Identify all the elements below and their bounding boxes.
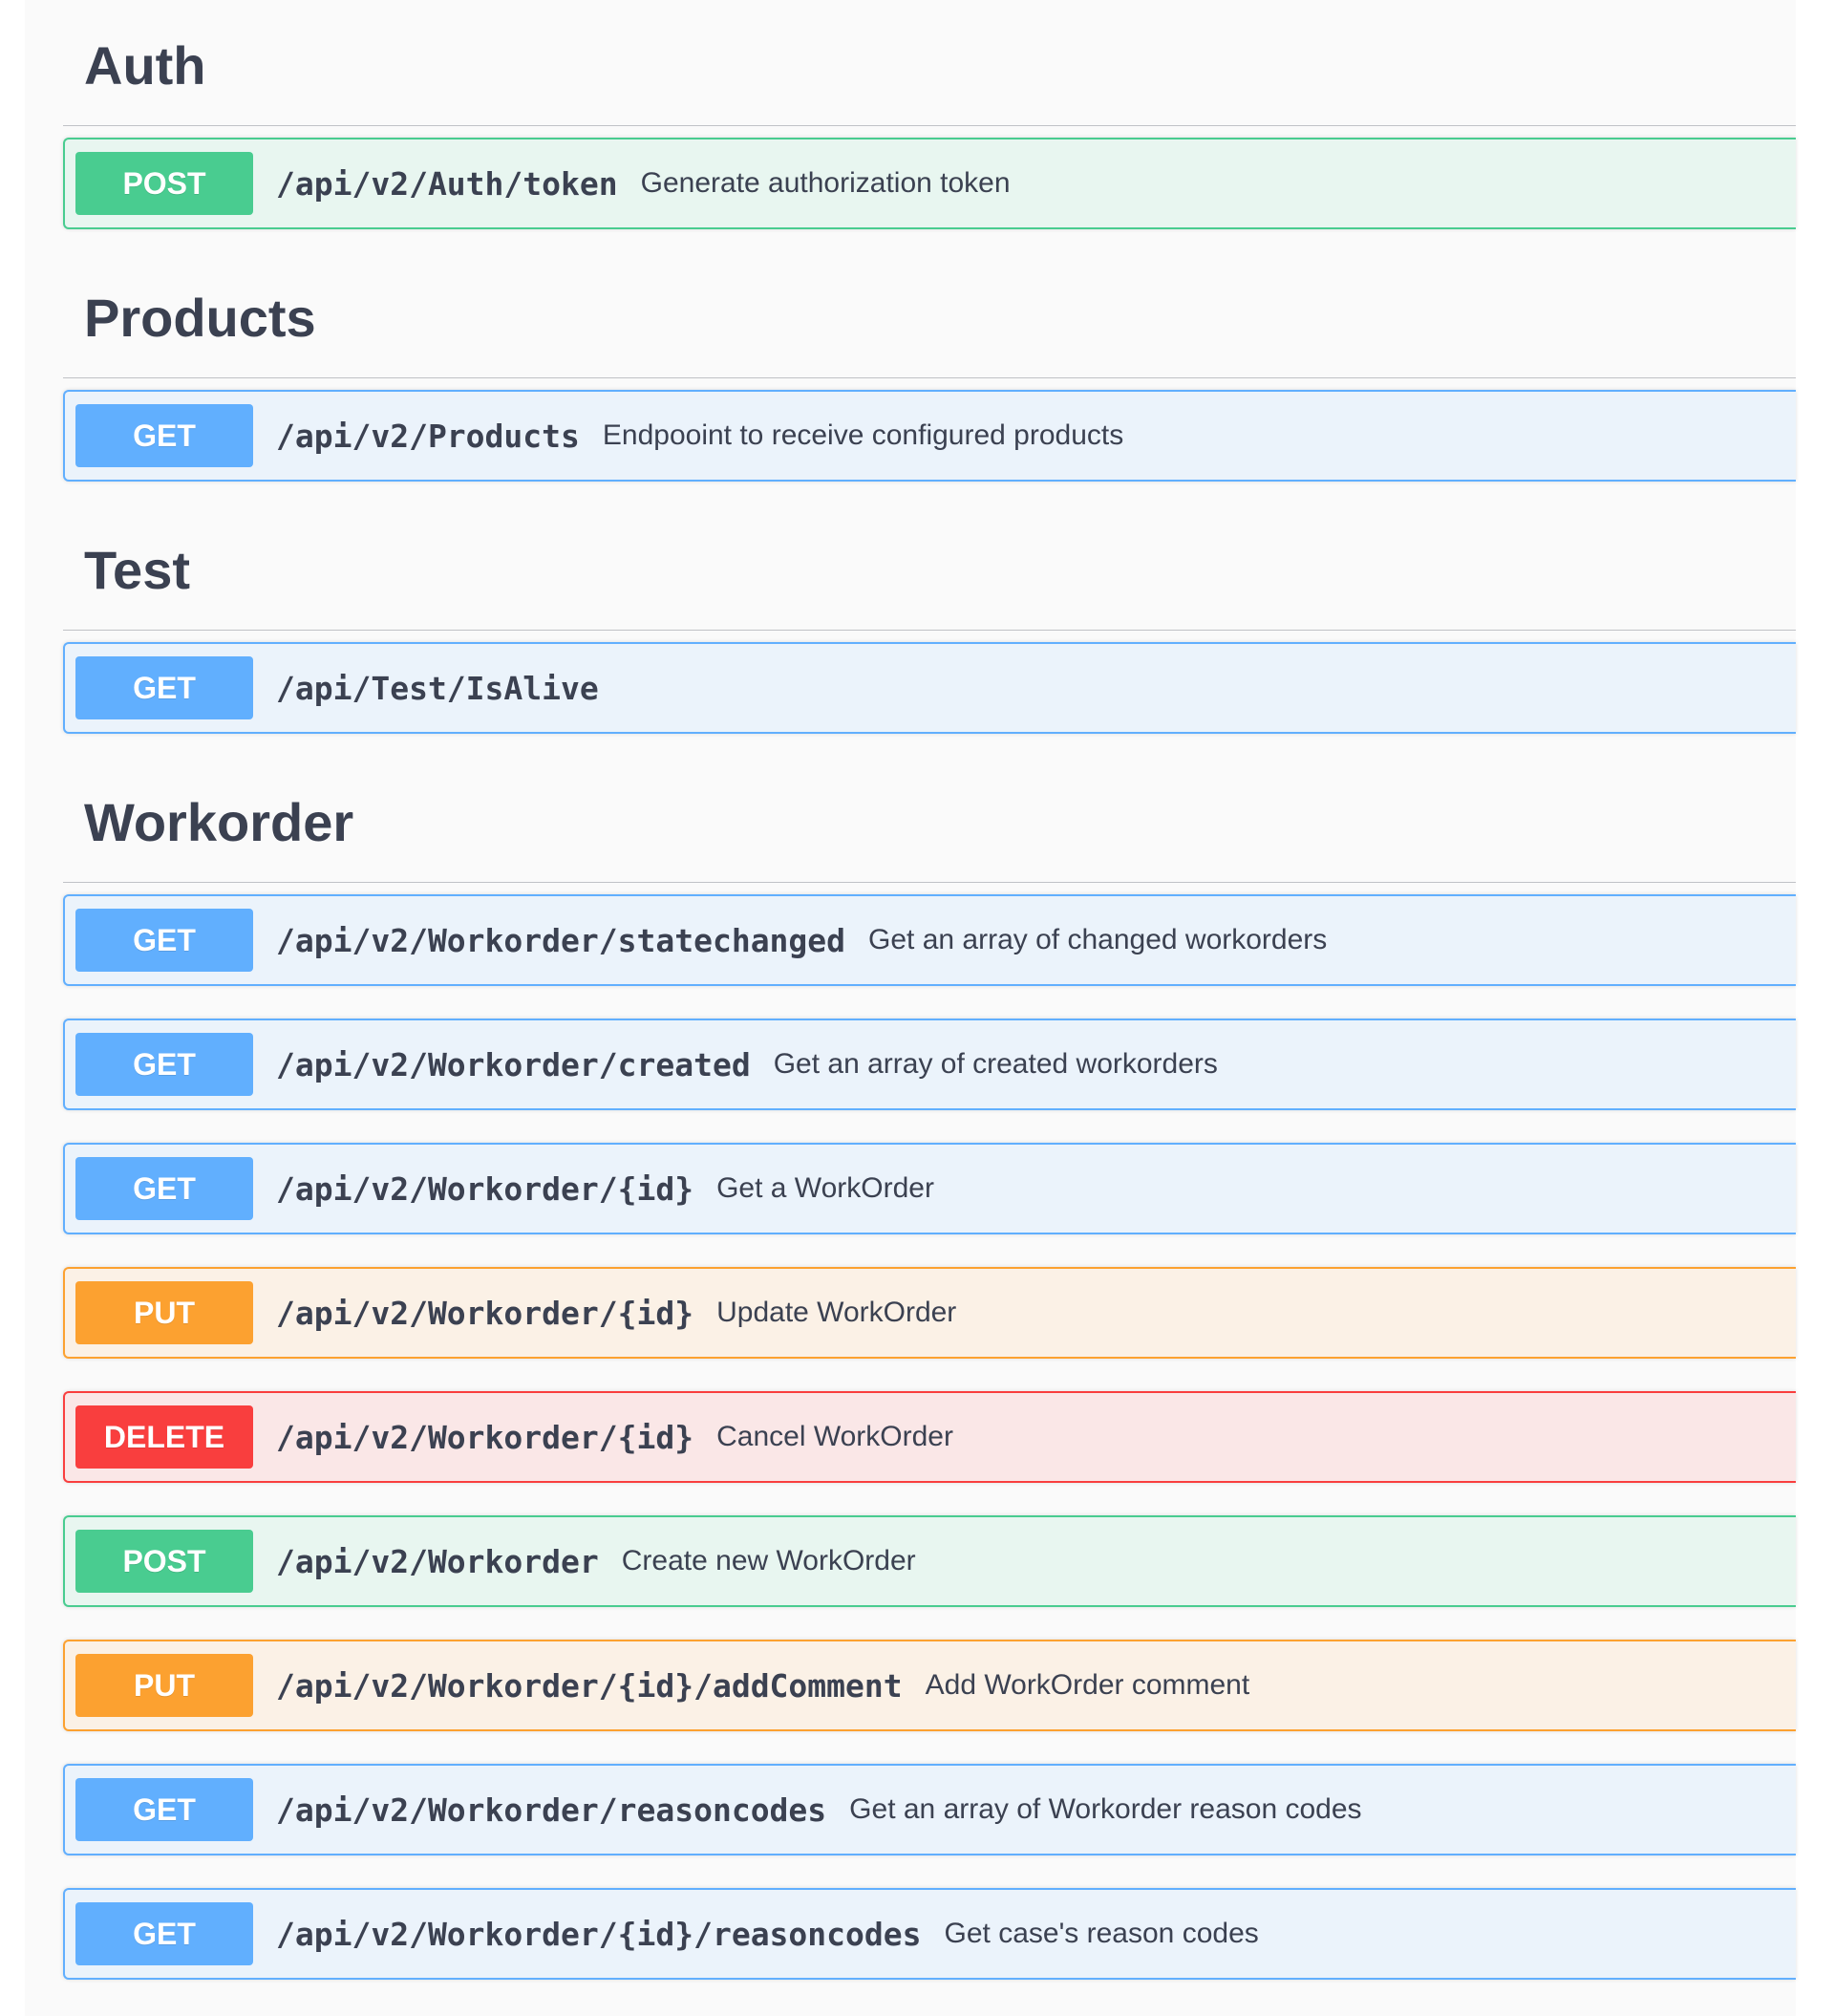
operation-row[interactable]: GET /api/v2/Workorder/reasoncodes Get an… [63, 1764, 1796, 1855]
method-badge: GET [75, 1157, 253, 1220]
operation-row[interactable]: GET /api/v2/Workorder/statechanged Get a… [63, 894, 1796, 986]
operations-list: GET /api/Test/IsAlive [63, 631, 1796, 757]
tag-title: Products [84, 288, 316, 348]
operations-list: GET /api/v2/Products Endpooint to receiv… [63, 378, 1796, 504]
operation-summary: Get an array of created workorders [773, 1048, 1218, 1080]
operation-row[interactable]: DELETE /api/v2/Workorder/{id} Cancel Wor… [63, 1391, 1796, 1483]
method-badge: GET [75, 909, 253, 972]
tag-section-test: Test GET /api/Test/IsAlive [63, 504, 1796, 757]
operation-row[interactable]: GET /api/v2/Workorder/{id} Get a WorkOrd… [63, 1143, 1796, 1234]
method-badge: PUT [75, 1281, 253, 1344]
operation-summary: Update WorkOrder [716, 1297, 957, 1328]
operation-summary: Get case's reason codes [944, 1918, 1259, 1949]
operation-summary: Endpooint to receive configured products [602, 419, 1124, 451]
operation-summary: Create new WorkOrder [621, 1545, 916, 1576]
operation-summary: Cancel WorkOrder [716, 1421, 953, 1452]
operation-row[interactable]: PUT /api/v2/Workorder/{id} Update WorkOr… [63, 1267, 1796, 1359]
method-badge: PUT [75, 1654, 253, 1717]
operation-row[interactable]: PUT /api/v2/Workorder/{id}/addComment Ad… [63, 1640, 1796, 1731]
operation-path: /api/v2/Workorder/{id} [276, 1169, 694, 1208]
method-badge: POST [75, 1530, 253, 1593]
operation-path: /api/v2/Workorder [276, 1542, 599, 1580]
operation-row[interactable]: GET /api/v2/Workorder/created Get an arr… [63, 1019, 1796, 1110]
operation-path: /api/v2/Workorder/{id} [276, 1294, 694, 1332]
method-badge: GET [75, 404, 253, 467]
operation-path: /api/v2/Workorder/{id}/reasoncodes [276, 1915, 922, 1953]
operation-summary: Get an array of changed workorders [868, 924, 1328, 955]
operation-path: /api/v2/Workorder/reasoncodes [276, 1791, 827, 1829]
operation-path: /api/v2/Auth/token [276, 164, 618, 203]
operation-path: /api/v2/Workorder/{id} [276, 1418, 694, 1456]
method-badge: POST [75, 152, 253, 215]
method-badge: GET [75, 1902, 253, 1965]
operations-list: POST /api/v2/Auth/token Generate authori… [63, 126, 1796, 252]
operation-summary: Generate authorization token [640, 167, 1011, 199]
operation-summary: Get an array of Workorder reason codes [849, 1793, 1362, 1825]
tag-header-auth[interactable]: Auth [63, 0, 1796, 126]
method-badge: GET [75, 1033, 253, 1096]
operation-path: /api/v2/Workorder/{id}/addComment [276, 1666, 903, 1705]
tag-header-test[interactable]: Test [63, 504, 1796, 631]
method-badge: GET [75, 1778, 253, 1841]
operation-path: /api/v2/Workorder/created [276, 1045, 751, 1083]
method-badge: GET [75, 656, 253, 719]
operation-row[interactable]: POST /api/v2/Workorder Create new WorkOr… [63, 1515, 1796, 1607]
tag-header-products[interactable]: Products [63, 252, 1796, 378]
operation-summary: Get a WorkOrder [716, 1172, 934, 1204]
tag-header-workorder[interactable]: Workorder [63, 757, 1796, 883]
tag-title: Test [84, 540, 190, 600]
operations-list: GET /api/v2/Workorder/statechanged Get a… [63, 883, 1796, 2003]
operation-row[interactable]: POST /api/v2/Auth/token Generate authori… [63, 138, 1796, 229]
operation-row[interactable]: GET /api/v2/Products Endpooint to receiv… [63, 390, 1796, 482]
tag-title: Workorder [84, 792, 354, 852]
operation-row[interactable]: GET /api/Test/IsAlive [63, 642, 1796, 734]
method-badge: DELETE [75, 1405, 253, 1469]
operation-path: /api/v2/Workorder/statechanged [276, 921, 846, 959]
tag-title: Auth [84, 35, 206, 96]
operation-path: /api/v2/Products [276, 417, 580, 455]
operation-summary: Add WorkOrder comment [925, 1669, 1250, 1701]
tag-section-products: Products GET /api/v2/Products Endpooint … [63, 252, 1796, 504]
api-docs-panel: Auth POST /api/v2/Auth/token Generate au… [25, 0, 1796, 2016]
operation-row[interactable]: GET /api/v2/Workorder/{id}/reasoncodes G… [63, 1888, 1796, 1980]
tag-section-auth: Auth POST /api/v2/Auth/token Generate au… [63, 0, 1796, 252]
operation-path: /api/Test/IsAlive [276, 669, 599, 707]
tag-section-workorder: Workorder GET /api/v2/Workorder/statecha… [63, 757, 1796, 2003]
